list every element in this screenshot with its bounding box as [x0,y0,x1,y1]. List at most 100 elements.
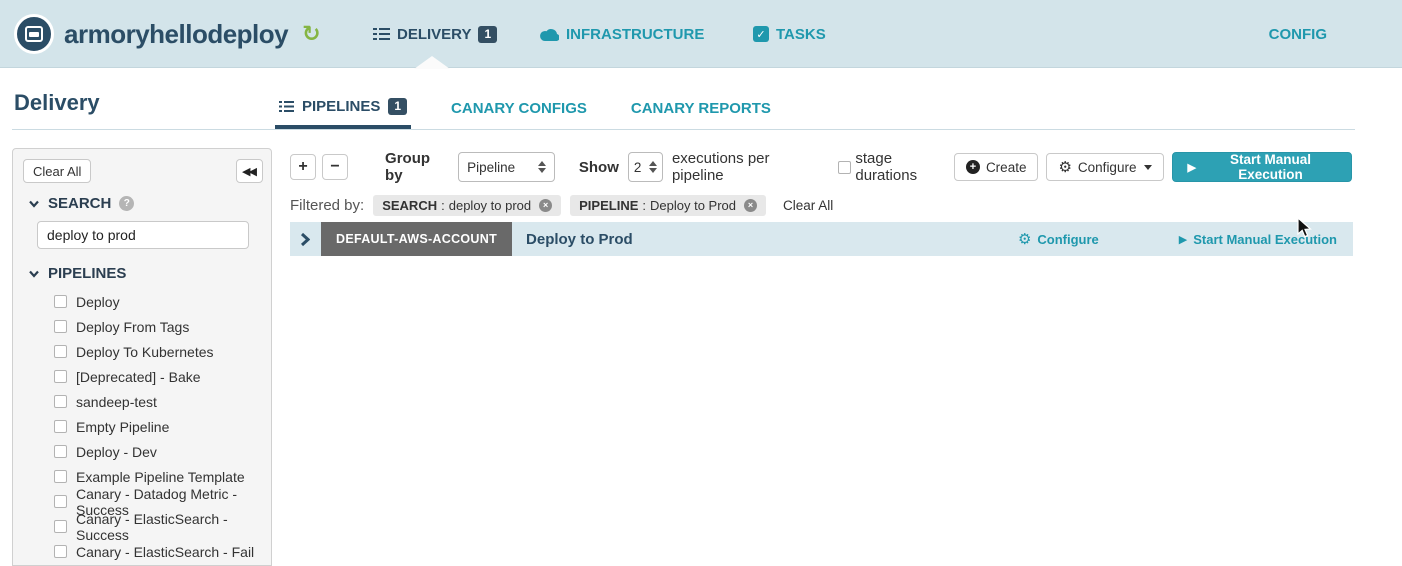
pipelines-section-header[interactable]: PIPELINES [28,265,126,282]
active-filters-row: Filtered by: SEARCH: deploy to prod × PI… [290,194,833,216]
pipeline-filter-label: Deploy [76,294,120,310]
chevron-right-icon[interactable] [300,232,310,247]
filters-clear-all-link[interactable]: Clear All [783,198,833,213]
tab-canary-configs-label: CANARY CONFIGS [451,100,587,117]
filter-tag-search: SEARCH: deploy to prod × [373,195,561,216]
caret-down-icon [1144,165,1152,170]
delivery-count-badge: 1 [478,26,497,43]
nav-tasks[interactable]: ✓ TASKS [753,0,826,68]
nav-config-label: CONFIG [1269,26,1327,43]
pipeline-checkbox[interactable] [54,370,67,383]
executions-per-pipeline-label: executions per pipeline [672,150,819,184]
pipeline-filter-item: Canary - ElasticSearch - Fail [13,539,271,564]
stage-durations-checkbox[interactable] [838,161,851,174]
pipeline-filter-label: Empty Pipeline [76,419,169,435]
chevron-down-icon [28,270,40,278]
pipeline-configure-link[interactable]: ⚙ Configure [1018,230,1099,248]
select-arrows-icon [649,161,657,173]
pipeline-start-link[interactable]: ▶ Start Manual Execution [1179,232,1337,247]
pipeline-group-row[interactable]: DEFAULT-AWS-ACCOUNT Deploy to Prod ⚙ Con… [290,222,1353,256]
sidebar-clear-all-button[interactable]: Clear All [23,159,91,183]
pipeline-checkbox[interactable] [54,445,67,458]
pipeline-filter-label: sandeep-test [76,394,157,410]
tab-canary-reports-label: CANARY REPORTS [631,100,771,117]
create-button[interactable]: + Create [954,153,1039,181]
start-manual-execution-button[interactable]: ▶ Start Manual Execution [1172,152,1352,182]
tab-canary-reports[interactable]: CANARY REPORTS [627,88,775,129]
filter-tag-name: PIPELINE [579,198,638,213]
pipeline-checkbox[interactable] [54,520,67,533]
zoom-in-button[interactable]: + [290,154,316,180]
remove-filter-icon[interactable]: × [539,199,552,212]
pipeline-checkbox[interactable] [54,295,67,308]
gear-icon: ⚙ [1058,158,1071,176]
pipeline-filter-label: Example Pipeline Template [76,469,245,485]
pipeline-configure-label: Configure [1037,232,1098,247]
pipeline-filter-item: [Deprecated] - Bake [13,364,271,389]
show-count-value: 2 [634,160,642,175]
refresh-icon[interactable]: ↻ [302,21,320,47]
page-title: Delivery [14,90,100,116]
tab-pipelines-label: PIPELINES [302,98,380,115]
pipeline-filter-label: [Deprecated] - Bake [76,369,201,385]
show-count-select[interactable]: 2 [628,152,663,182]
pipeline-checkbox[interactable] [54,320,67,333]
pipelines-list-icon [373,27,390,41]
group-by-value: Pipeline [467,160,515,175]
pipeline-filter-item: Empty Pipeline [13,414,271,439]
configure-dropdown-button[interactable]: ⚙ Configure [1046,153,1164,181]
collapse-sidebar-icon[interactable]: ◀◀ [236,159,263,183]
start-manual-execution-label: Start Manual Execution [1204,152,1337,182]
plus-circle-icon: + [966,160,980,174]
account-tag: DEFAULT-AWS-ACCOUNT [321,222,512,256]
pipeline-checkbox[interactable] [54,345,67,358]
filter-tag-value: Deploy to Prod [650,198,736,213]
pipeline-filter-label: Canary - ElasticSearch - Success [76,511,271,543]
nav-infrastructure[interactable]: INFRASTRUCTURE [540,0,704,68]
tab-pipelines[interactable]: PIPELINES 1 [275,88,411,129]
pipeline-filter-item: Deploy [13,289,271,314]
nav-delivery-label: DELIVERY [397,26,471,43]
stage-durations-label: stage durations [855,150,954,184]
pipeline-filter-item: Deploy To Kubernetes [13,339,271,364]
show-label: Show [579,159,619,176]
pipeline-checkbox[interactable] [54,495,67,508]
help-icon[interactable]: ? [119,196,134,211]
checkbox-check-icon: ✓ [753,26,769,42]
pipeline-checkbox[interactable] [54,470,67,483]
cloud-icon [540,28,559,41]
group-by-select[interactable]: Pipeline [458,152,555,182]
nav-config[interactable]: CONFIG [1269,0,1327,68]
pipeline-filter-label: Deploy From Tags [76,319,189,335]
pipeline-checkbox[interactable] [54,420,67,433]
chevron-down-icon [28,200,40,208]
search-input[interactable] [37,221,249,249]
nav-tasks-label: TASKS [776,26,826,43]
configure-button-label: Configure [1078,160,1137,175]
pipeline-checkbox[interactable] [54,545,67,558]
pipelines-count-badge: 1 [388,98,407,115]
pipeline-start-label: Start Manual Execution [1193,232,1337,247]
pipeline-checkbox[interactable] [54,395,67,408]
search-section-header[interactable]: SEARCH ? [28,195,134,212]
pipeline-filter-item: Deploy From Tags [13,314,271,339]
app-title: armoryhellodeploy [64,19,288,50]
pipeline-filter-label: Canary - ElasticSearch - Fail [76,544,254,560]
group-by-label: Group by [385,150,449,184]
filtered-by-label: Filtered by: [290,197,364,214]
active-nav-pointer [414,56,450,69]
play-icon: ▶ [1187,161,1195,174]
pipeline-filter-label: Deploy - Dev [76,444,157,460]
armory-logo-icon [14,14,54,54]
app-brand: armoryhellodeploy ↻ [14,0,321,68]
nav-infrastructure-label: INFRASTRUCTURE [566,26,704,43]
filter-tag-value: deploy to prod [449,198,531,213]
tab-canary-configs[interactable]: CANARY CONFIGS [447,88,591,129]
remove-filter-icon[interactable]: × [744,199,757,212]
filters-sidebar: Clear All ◀◀ SEARCH ? PIPELINES Deploy D… [12,148,272,566]
pipeline-filter-item: sandeep-test [13,389,271,414]
tab-bar: PIPELINES 1 CANARY CONFIGS CANARY REPORT… [275,88,775,129]
create-button-label: Create [986,160,1027,175]
pipeline-filter-item: Canary - ElasticSearch - Success [13,514,271,539]
zoom-out-button[interactable]: − [322,154,348,180]
